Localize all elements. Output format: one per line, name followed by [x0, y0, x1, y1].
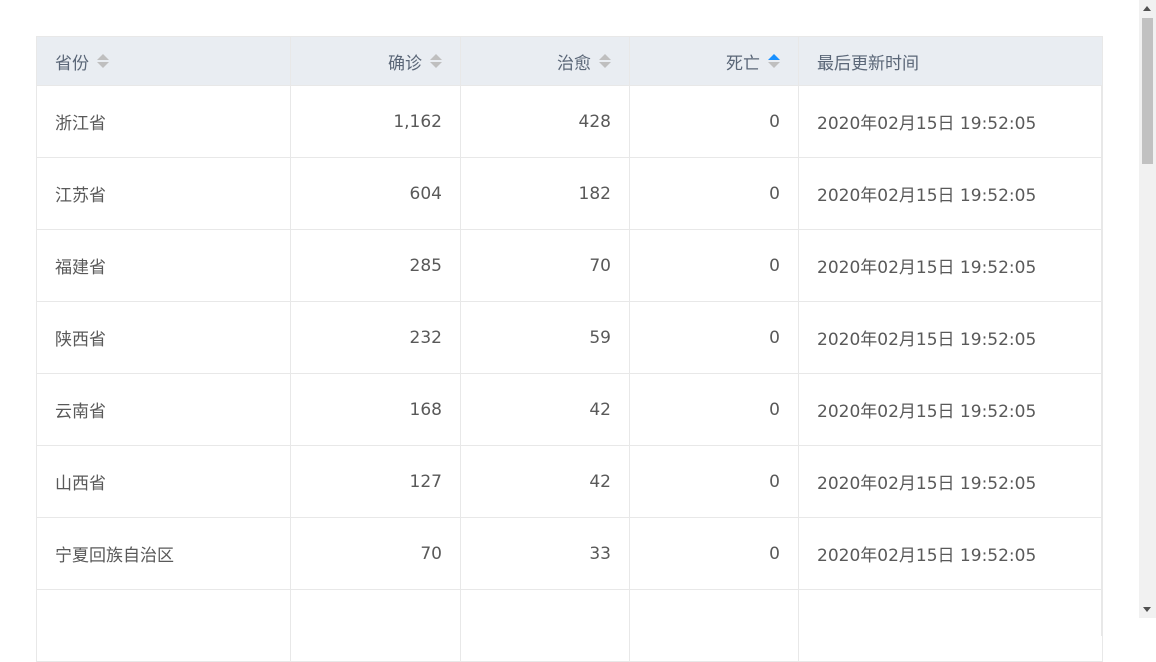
cell-confirmed: 127 — [291, 446, 461, 518]
cell-death: 0 — [630, 230, 799, 302]
cell-confirmed: 70 — [291, 518, 461, 590]
table-row: 江苏省 604 182 0 2020年02月15日 19:52:05 — [37, 158, 1103, 230]
cell-updated — [799, 590, 1103, 662]
header-province[interactable]: 省份 — [37, 37, 291, 86]
cell-updated: 2020年02月15日 19:52:05 — [799, 518, 1103, 590]
cell-death — [630, 590, 799, 662]
cell-province: 江苏省 — [37, 158, 291, 230]
table-row: 云南省 168 42 0 2020年02月15日 19:52:05 — [37, 374, 1103, 446]
table-row: 福建省 285 70 0 2020年02月15日 19:52:05 — [37, 230, 1103, 302]
table-row: 陕西省 232 59 0 2020年02月15日 19:52:05 — [37, 302, 1103, 374]
sort-asc-icon-active — [768, 54, 780, 60]
sort-icon[interactable] — [768, 54, 780, 68]
cell-confirmed: 604 — [291, 158, 461, 230]
cell-death: 0 — [630, 374, 799, 446]
cell-updated: 2020年02月15日 19:52:05 — [799, 158, 1103, 230]
table-row: 宁夏回族自治区 70 33 0 2020年02月15日 19:52:05 — [37, 518, 1103, 590]
sort-desc-icon — [599, 62, 611, 68]
sort-icon[interactable] — [599, 54, 611, 68]
cell-cured: 33 — [461, 518, 630, 590]
header-cured[interactable]: 治愈 — [461, 37, 630, 86]
scroll-up-icon[interactable] — [1143, 6, 1151, 11]
cell-death: 0 — [630, 518, 799, 590]
cell-province: 山西省 — [37, 446, 291, 518]
cell-cured: 42 — [461, 374, 630, 446]
header-death-label: 死亡 — [726, 49, 760, 74]
sort-icon[interactable] — [430, 54, 442, 68]
cell-cured: 70 — [461, 230, 630, 302]
table-row: 山西省 127 42 0 2020年02月15日 19:52:05 — [37, 446, 1103, 518]
cell-confirmed: 168 — [291, 374, 461, 446]
cell-confirmed — [291, 590, 461, 662]
header-updated: 最后更新时间 — [799, 37, 1103, 86]
sort-icon[interactable] — [97, 54, 109, 68]
cell-updated: 2020年02月15日 19:52:05 — [799, 446, 1103, 518]
sort-asc-icon — [97, 54, 109, 60]
cell-death: 0 — [630, 86, 799, 158]
header-confirmed-label: 确诊 — [388, 49, 422, 74]
cell-confirmed: 232 — [291, 302, 461, 374]
sort-desc-icon — [430, 62, 442, 68]
cell-province — [37, 590, 291, 662]
cell-death: 0 — [630, 446, 799, 518]
cell-confirmed: 1,162 — [291, 86, 461, 158]
cell-updated: 2020年02月15日 19:52:05 — [799, 302, 1103, 374]
header-cured-label: 治愈 — [557, 49, 591, 74]
province-table: 省份 确诊 — [36, 36, 1102, 636]
cell-cured: 428 — [461, 86, 630, 158]
cell-updated: 2020年02月15日 19:52:05 — [799, 86, 1103, 158]
cell-province: 浙江省 — [37, 86, 291, 158]
sort-asc-icon — [430, 54, 442, 60]
scrollbar-thumb[interactable] — [1142, 18, 1153, 164]
cell-confirmed: 285 — [291, 230, 461, 302]
cell-death: 0 — [630, 302, 799, 374]
cell-cured: 42 — [461, 446, 630, 518]
cell-updated: 2020年02月15日 19:52:05 — [799, 374, 1103, 446]
sort-desc-icon — [97, 62, 109, 68]
cell-province: 云南省 — [37, 374, 291, 446]
cell-province: 宁夏回族自治区 — [37, 518, 291, 590]
table-row — [37, 590, 1103, 662]
cell-cured: 59 — [461, 302, 630, 374]
cell-cured — [461, 590, 630, 662]
scroll-down-icon[interactable] — [1143, 607, 1151, 612]
cell-cured: 182 — [461, 158, 630, 230]
vertical-scrollbar[interactable] — [1139, 0, 1156, 618]
header-province-label: 省份 — [55, 49, 89, 74]
cell-province: 陕西省 — [37, 302, 291, 374]
header-updated-label: 最后更新时间 — [817, 54, 919, 74]
sort-asc-icon — [599, 54, 611, 60]
table-header-row: 省份 确诊 — [37, 37, 1103, 86]
header-confirmed[interactable]: 确诊 — [291, 37, 461, 86]
table-row: 浙江省 1,162 428 0 2020年02月15日 19:52:05 — [37, 86, 1103, 158]
cell-province: 福建省 — [37, 230, 291, 302]
cell-updated: 2020年02月15日 19:52:05 — [799, 230, 1103, 302]
cell-death: 0 — [630, 158, 799, 230]
header-death[interactable]: 死亡 — [630, 37, 799, 86]
sort-desc-icon — [768, 62, 780, 68]
